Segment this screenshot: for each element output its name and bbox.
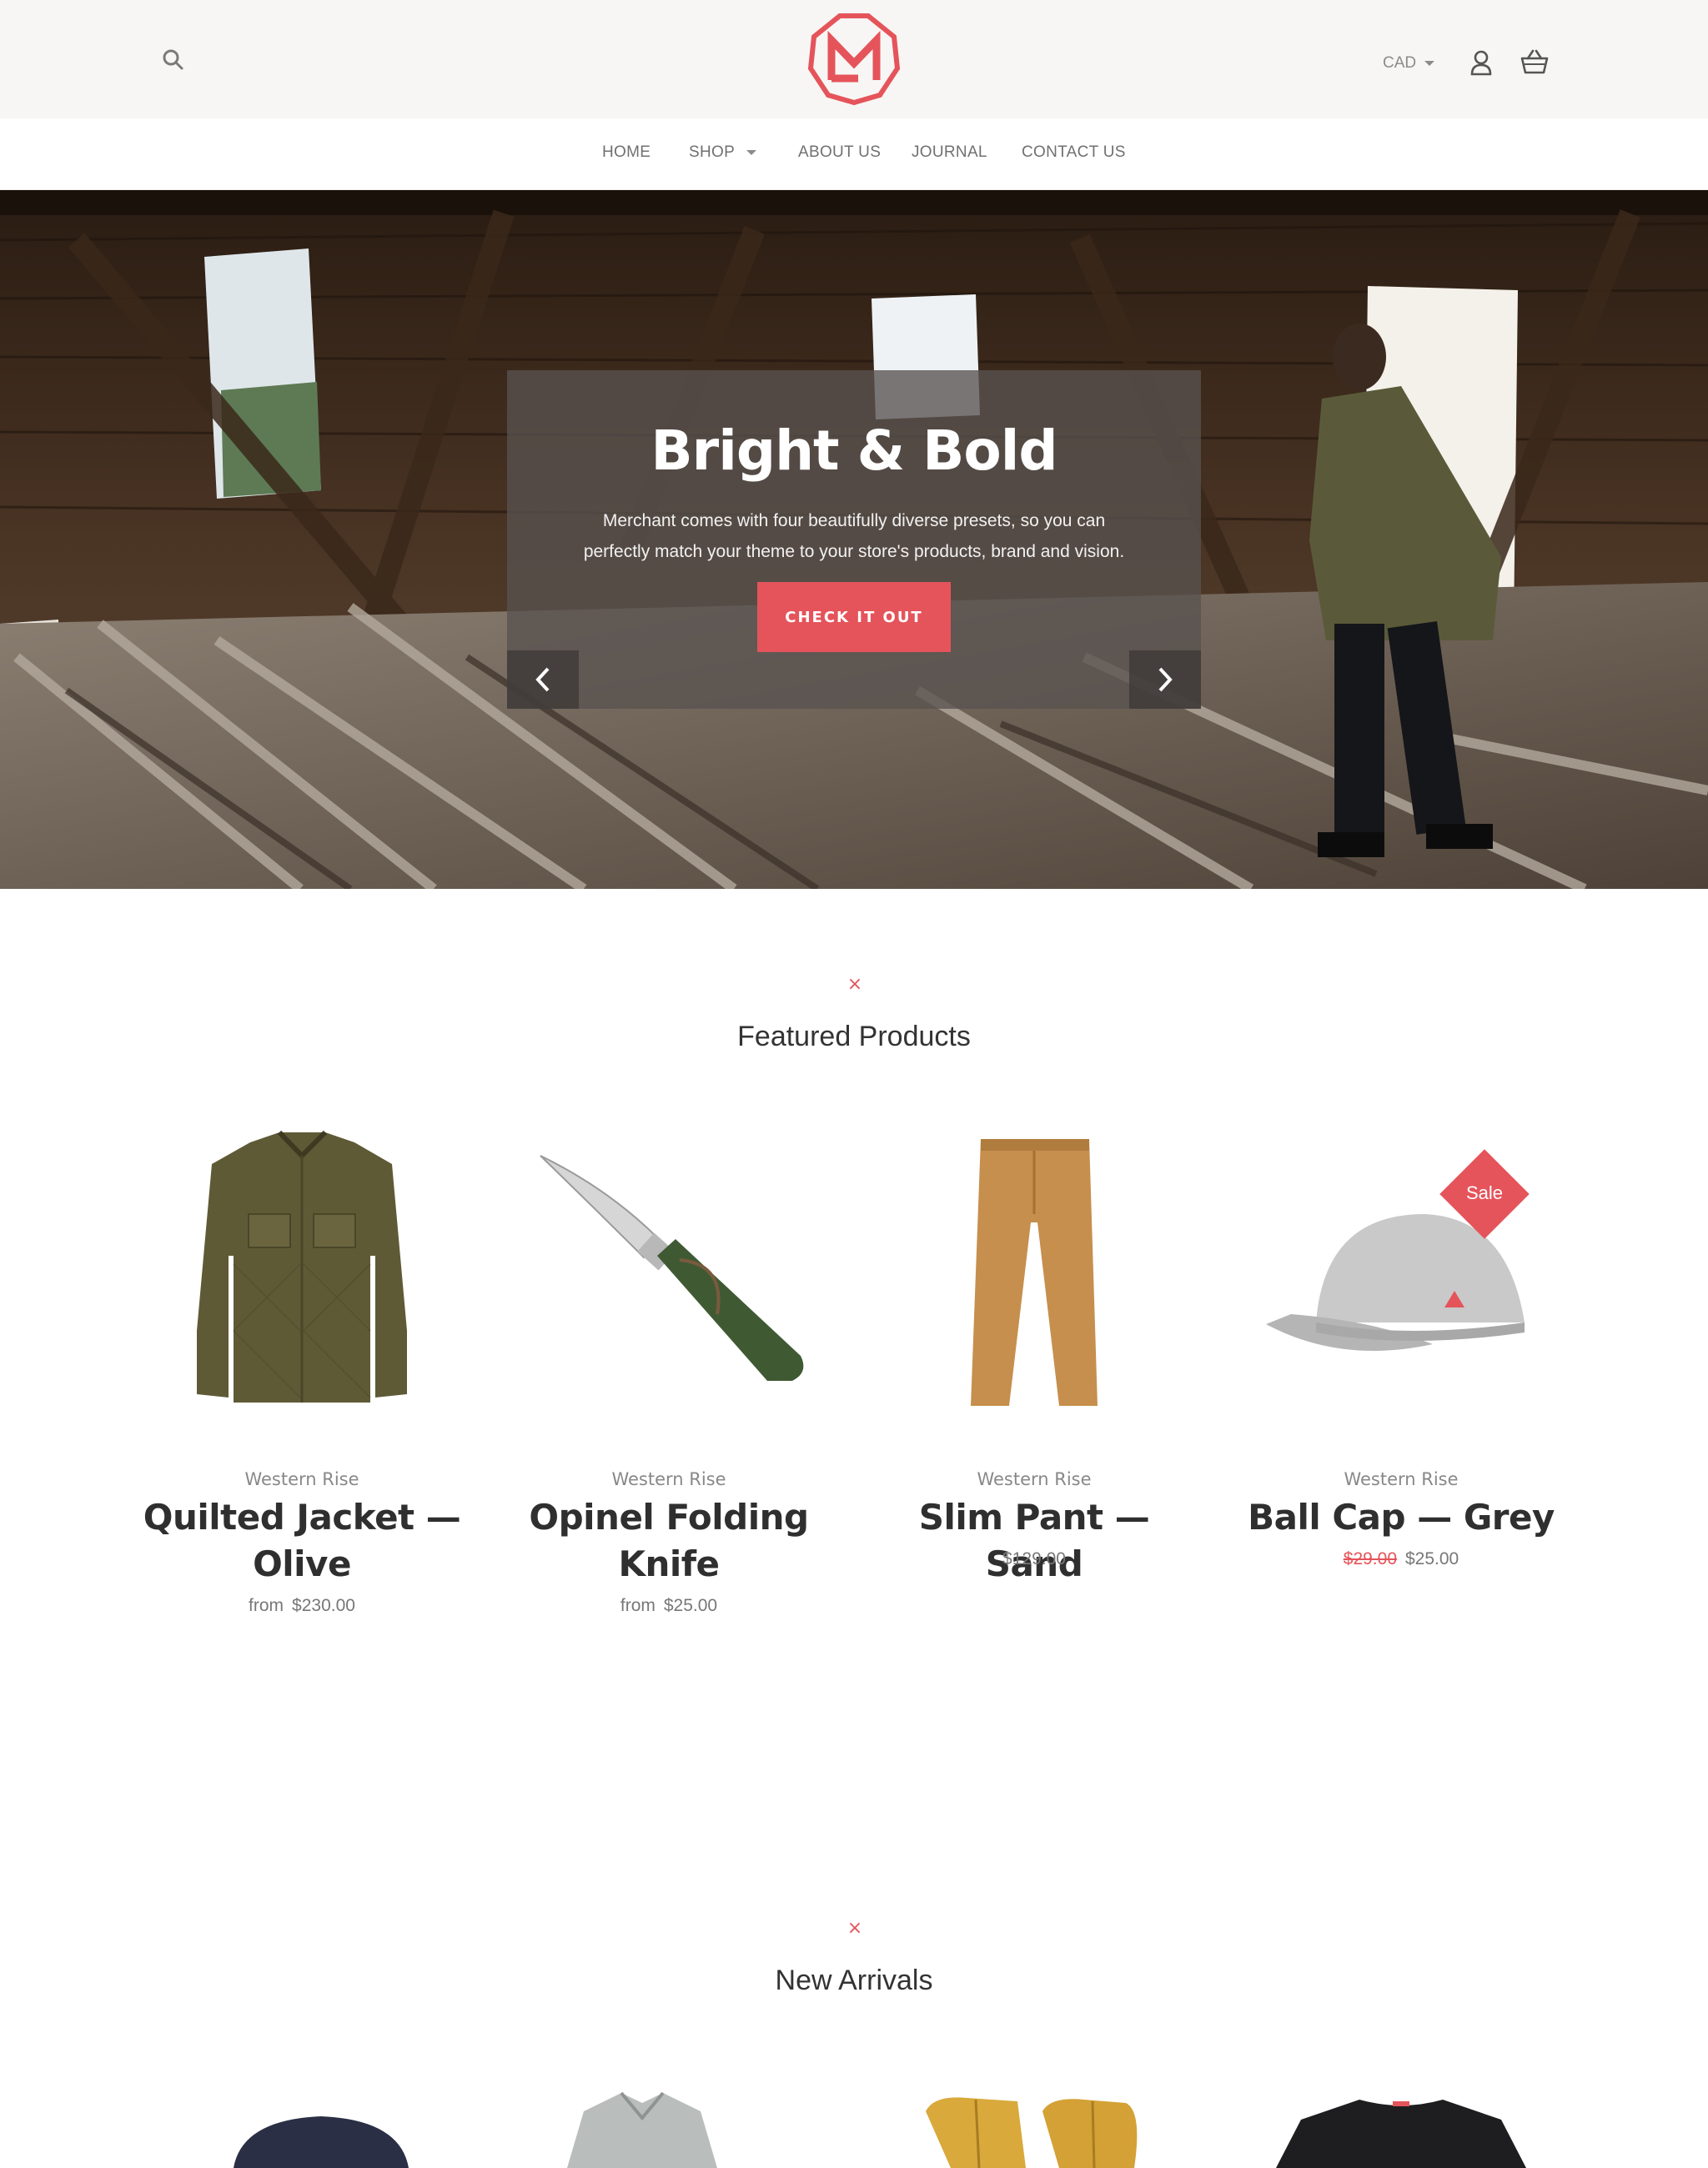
nav-item-shop[interactable]: SHOP bbox=[689, 143, 757, 162]
product-vendor: Western Rise bbox=[244, 1469, 359, 1489]
nav-label: JOURNAL bbox=[912, 143, 987, 161]
hero-text: Merchant comes with four beautifully div… bbox=[583, 511, 1125, 561]
chevron-down-icon bbox=[746, 150, 757, 155]
product-title: Ball Cap — Grey bbox=[1248, 1497, 1555, 1538]
chevron-right-icon bbox=[1158, 667, 1173, 692]
user-icon[interactable] bbox=[1468, 48, 1494, 77]
product-price: from $25.00 bbox=[509, 1596, 829, 1616]
top-header: CAD bbox=[0, 0, 1708, 118]
check-it-out-button[interactable]: CHECK IT OUT bbox=[757, 582, 951, 652]
compare-price: $29.00 bbox=[1343, 1549, 1397, 1568]
product-title: Quilted Jacket — Olive bbox=[143, 1497, 461, 1584]
sale-badge-label: Sale bbox=[1465, 1182, 1504, 1203]
price-prefix: from bbox=[620, 1596, 656, 1615]
product-card-opinel-knife[interactable]: Western Rise Opinel Folding Knife from $2… bbox=[509, 1114, 829, 1631]
new-arrival-card-shirt[interactable] bbox=[550, 2078, 871, 2168]
slide-prev-button[interactable] bbox=[507, 650, 579, 709]
nav-label: HOME bbox=[602, 143, 651, 161]
hero-caption-card: Bright & Bold Merchant comes with four b… bbox=[507, 370, 1201, 709]
product-price: from $230.00 bbox=[142, 1596, 462, 1616]
product-image bbox=[567, 2091, 717, 2168]
currency-selector[interactable]: CAD bbox=[1383, 52, 1435, 75]
nav-label: SHOP bbox=[689, 143, 736, 161]
basket-icon[interactable] bbox=[1520, 47, 1550, 77]
product-vendor: Western Rise bbox=[1344, 1469, 1459, 1489]
store-logo[interactable] bbox=[806, 12, 902, 107]
nav-item-journal[interactable]: JOURNAL bbox=[912, 143, 987, 162]
product-title: Slim Pant — Sand bbox=[918, 1497, 1150, 1584]
product-price: $29.00 $25.00 bbox=[1241, 1549, 1561, 1569]
new-arrivals-title: New Arrivals bbox=[775, 1965, 933, 1996]
product-image bbox=[926, 2097, 1138, 2168]
nav-item-contact[interactable]: CONTACT US bbox=[1022, 143, 1126, 162]
nav-label: CONTACT US bbox=[1022, 143, 1126, 161]
product-image bbox=[1276, 2100, 1526, 2168]
product-image bbox=[540, 1155, 804, 1381]
product-image bbox=[234, 2116, 409, 2168]
product-vendor: Western Rise bbox=[977, 1469, 1092, 1489]
product-vendor: Western Rise bbox=[611, 1469, 726, 1489]
section-divider-icon: × bbox=[846, 1918, 863, 1939]
nav-item-home[interactable]: HOME bbox=[602, 143, 651, 162]
hero-title: Bright & Bold bbox=[651, 419, 1057, 483]
slide-next-button[interactable] bbox=[1129, 650, 1201, 709]
product-image bbox=[1266, 1214, 1525, 1351]
currency-label: CAD bbox=[1383, 54, 1417, 72]
main-navigation: HOME SHOP ABOUT US JOURNAL CONTACT US bbox=[0, 118, 1708, 190]
product-card-quilted-jacket[interactable]: Western Rise Quilted Jacket — Olive from… bbox=[142, 1114, 462, 1631]
chevron-down-icon bbox=[1424, 61, 1435, 66]
product-card-slim-pant[interactable]: Western Rise Slim Pant — Sand $129.00 bbox=[874, 1114, 1194, 1584]
product-price: $129.00 bbox=[1002, 1549, 1066, 1568]
price-value: $25.00 bbox=[663, 1596, 718, 1615]
product-image bbox=[971, 1139, 1098, 1406]
search-icon[interactable] bbox=[160, 47, 187, 73]
featured-products-title: Featured Products bbox=[737, 1021, 971, 1052]
chevron-left-icon bbox=[535, 667, 550, 692]
new-arrival-card-tee[interactable] bbox=[1268, 2078, 1588, 2168]
nav-label: ABOUT US bbox=[798, 143, 882, 161]
section-divider-icon: × bbox=[846, 974, 863, 995]
product-title: Opinel Folding Knife bbox=[529, 1497, 809, 1584]
price-prefix: from bbox=[249, 1596, 284, 1615]
price-value: $230.00 bbox=[292, 1596, 355, 1615]
product-image bbox=[197, 1130, 407, 1403]
nav-item-about[interactable]: ABOUT US bbox=[798, 143, 881, 162]
hero-slideshow: Bright & Bold Merchant comes with four b… bbox=[0, 190, 1708, 889]
price-value: $25.00 bbox=[1405, 1549, 1459, 1568]
new-arrival-card-hat[interactable] bbox=[208, 2078, 529, 2168]
new-arrival-card-gloves[interactable] bbox=[917, 2078, 1238, 2168]
